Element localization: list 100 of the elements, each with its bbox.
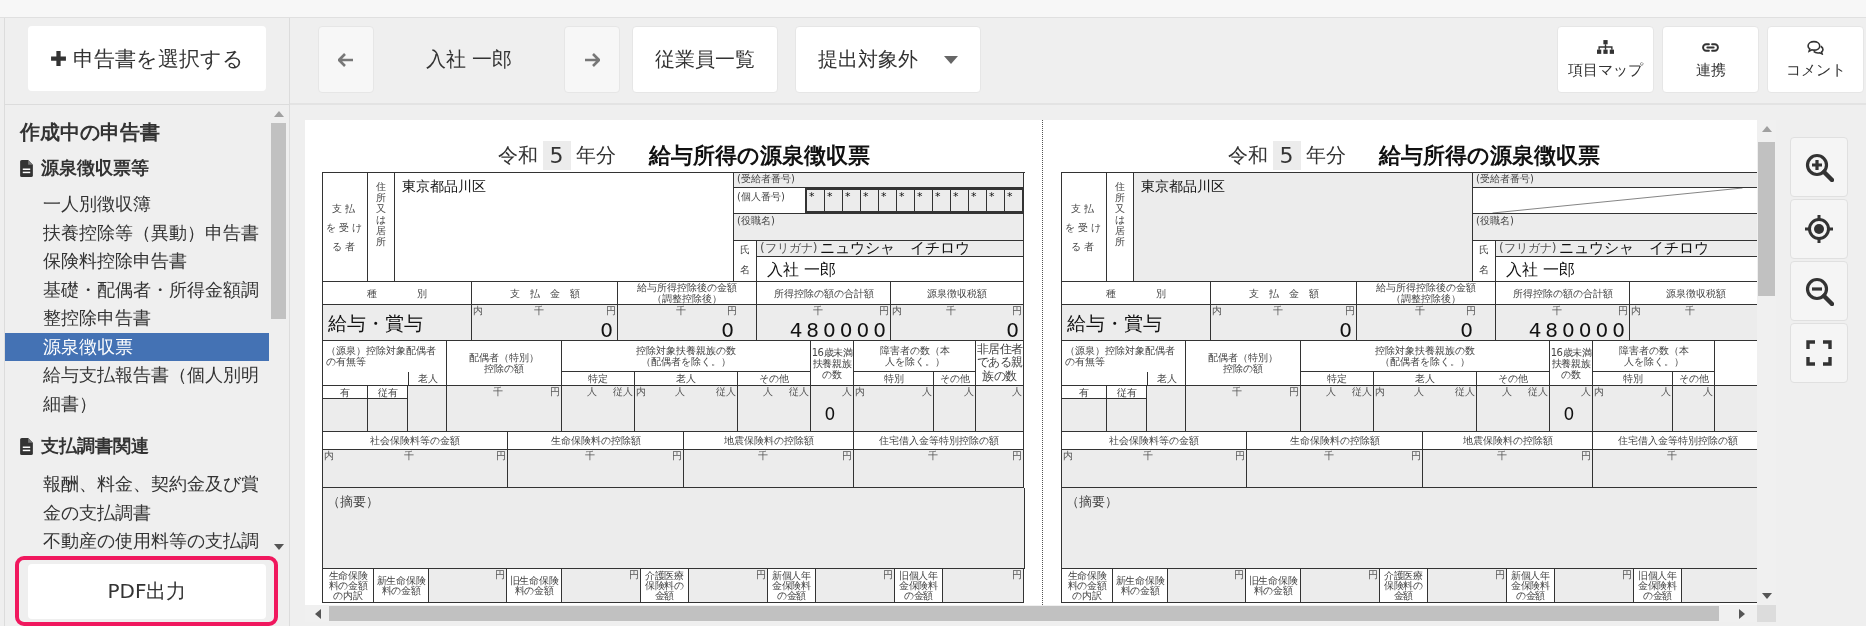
- furigana-field[interactable]: (フリガナ) ニュウシャ イチロウ: [1496, 241, 1757, 257]
- form-field[interactable]: 内 千 円 0: [1211, 305, 1357, 341]
- form-field[interactable]: 千 円 480000: [757, 305, 891, 341]
- form-field[interactable]: 内 千 円: [1062, 450, 1247, 488]
- form-field[interactable]: 千 円 0: [1357, 305, 1496, 341]
- digit-box[interactable]: *: [951, 190, 969, 211]
- remarks-field[interactable]: （摘要）: [323, 488, 1025, 569]
- form-field[interactable]: 千 円: [1247, 450, 1423, 488]
- form-field[interactable]: 人 従人: [562, 386, 635, 432]
- form-field[interactable]: 千 円 480000: [1496, 305, 1630, 341]
- viewer-tool-button[interactable]: [1790, 323, 1848, 383]
- address-field[interactable]: 東京都品川区: [1134, 173, 1473, 282]
- form-field[interactable]: 円: [1428, 569, 1507, 603]
- select-form-button[interactable]: 申告書を選択する: [28, 26, 266, 91]
- form-field[interactable]: 円: [1555, 569, 1634, 603]
- form-field[interactable]: 給与・賞与: [1062, 305, 1211, 341]
- form-field[interactable]: 人: [976, 386, 1024, 432]
- digit-box[interactable]: *: [1005, 190, 1023, 211]
- form-field[interactable]: [323, 399, 368, 432]
- form-field[interactable]: 内 人 従人: [635, 386, 738, 432]
- form-field[interactable]: 円: [1168, 569, 1246, 603]
- scrollbar-thumb[interactable]: [1758, 142, 1775, 296]
- digit-box[interactable]: *: [825, 190, 843, 211]
- form-field[interactable]: 千 円: [1423, 450, 1593, 488]
- name-field[interactable]: 入社 一郎: [757, 257, 1024, 282]
- viewer-tool-button[interactable]: [1790, 261, 1848, 321]
- form-field[interactable]: 円: [689, 569, 768, 603]
- form-field[interactable]: [408, 386, 447, 432]
- form-field[interactable]: 円: [1301, 569, 1380, 603]
- viewer-tool-button[interactable]: [1790, 199, 1848, 259]
- scroll-down-arrow-icon[interactable]: [1760, 591, 1773, 601]
- remarks-field[interactable]: （摘要）: [1062, 488, 1757, 569]
- toolbar-button[interactable]: 項目マップ: [1557, 26, 1654, 93]
- pdf-output-button[interactable]: PDF出力: [28, 564, 266, 619]
- address-field[interactable]: 東京都品川区: [395, 173, 734, 282]
- employee-list-button[interactable]: 従業員一覧: [632, 26, 778, 93]
- form-field[interactable]: 千 円: [447, 386, 562, 432]
- form-field[interactable]: 人 0: [811, 386, 854, 432]
- nav-item[interactable]: 不動産の使用料等の支払調: [5, 527, 269, 556]
- scrollbar-thumb[interactable]: [271, 123, 286, 319]
- field-label: 新生命保険料の金額: [1113, 569, 1168, 603]
- toolbar-button[interactable]: コメント: [1767, 26, 1864, 93]
- form-field[interactable]: 円: [562, 569, 641, 603]
- form-field[interactable]: 千 円: [684, 450, 854, 488]
- form-field[interactable]: 人 従人: [1477, 386, 1550, 432]
- scroll-right-arrow-icon[interactable]: [1737, 607, 1747, 620]
- form-field[interactable]: 千 円: [508, 450, 684, 488]
- form-field[interactable]: 内 人 従人: [1374, 386, 1477, 432]
- nav-item[interactable]: 一人別徴収簿: [5, 190, 269, 219]
- digit-box[interactable]: *: [861, 190, 879, 211]
- form-field[interactable]: [368, 399, 408, 432]
- status-dropdown[interactable]: 提出対象外: [795, 26, 981, 93]
- left-arrow-icon: [338, 51, 354, 68]
- nav-item[interactable]: 保険料控除申告書: [5, 247, 269, 276]
- digit-box[interactable]: *: [807, 190, 825, 211]
- digit-box[interactable]: *: [843, 190, 861, 211]
- form-field[interactable]: 人 従人: [1301, 386, 1374, 432]
- form-field[interactable]: 人: [1673, 386, 1715, 432]
- digit-box[interactable]: *: [987, 190, 1005, 211]
- form-field[interactable]: 内 千 円 0: [472, 305, 618, 341]
- form-field[interactable]: 人: [934, 386, 976, 432]
- form-field[interactable]: [1062, 399, 1107, 432]
- nav-item[interactable]: 扶養控除等（異動）申告書: [5, 218, 269, 247]
- digit-box[interactable]: *: [915, 190, 933, 211]
- form-field[interactable]: 内 千 円: [323, 450, 508, 488]
- form-field[interactable]: [1147, 386, 1186, 432]
- form-field[interactable]: 内 千 円 0: [891, 305, 1024, 341]
- digit-box[interactable]: *: [969, 190, 987, 211]
- nav-item[interactable]: 給与支払報告書（個人別明細書）: [5, 361, 269, 418]
- viewer-tool-button[interactable]: [1790, 137, 1848, 197]
- form-field[interactable]: 内 人: [1593, 386, 1673, 432]
- nav-item[interactable]: 報酬、料金、契約金及び賞金の支払調書: [5, 470, 269, 527]
- field-label: 介護医療保険料の金額: [641, 569, 689, 603]
- form-field[interactable]: 内 人: [854, 386, 934, 432]
- form-field[interactable]: 人 従人: [738, 386, 811, 432]
- form-field[interactable]: [1107, 399, 1147, 432]
- nav-item[interactable]: 源泉徴収票: [5, 332, 269, 361]
- toolbar-button[interactable]: 連携: [1662, 26, 1759, 93]
- form-field[interactable]: 千: [1593, 450, 1757, 488]
- digit-box[interactable]: *: [879, 190, 897, 211]
- year-field[interactable]: 5: [542, 141, 571, 170]
- digit-box[interactable]: *: [897, 190, 915, 211]
- digit-box[interactable]: *: [933, 190, 951, 211]
- form-field[interactable]: 円: [429, 569, 507, 603]
- form-field[interactable]: [1715, 386, 1757, 432]
- year-field[interactable]: 5: [1272, 141, 1301, 170]
- scroll-left-arrow-icon[interactable]: [313, 607, 323, 620]
- form-field[interactable]: 千 円: [854, 450, 1024, 488]
- form-field[interactable]: 円: [816, 569, 895, 603]
- nav-item[interactable]: 基礎・配偶者・所得金額調整控除申告書: [5, 275, 269, 333]
- form-field[interactable]: [1682, 569, 1757, 603]
- furigana-field[interactable]: (フリガナ) ニュウシャ イチロウ: [757, 241, 1024, 257]
- scroll-down-arrow-icon[interactable]: [272, 542, 285, 552]
- scrollbar-thumb[interactable]: [329, 606, 1719, 621]
- form-field[interactable]: 千 円: [1186, 386, 1301, 432]
- form-field[interactable]: 千 円 0: [618, 305, 757, 341]
- form-field[interactable]: 内 千: [1630, 305, 1757, 341]
- form-field[interactable]: 人 0: [1550, 386, 1593, 432]
- form-field[interactable]: 円: [943, 569, 1024, 603]
- form-field[interactable]: 給与・賞与: [323, 305, 472, 341]
